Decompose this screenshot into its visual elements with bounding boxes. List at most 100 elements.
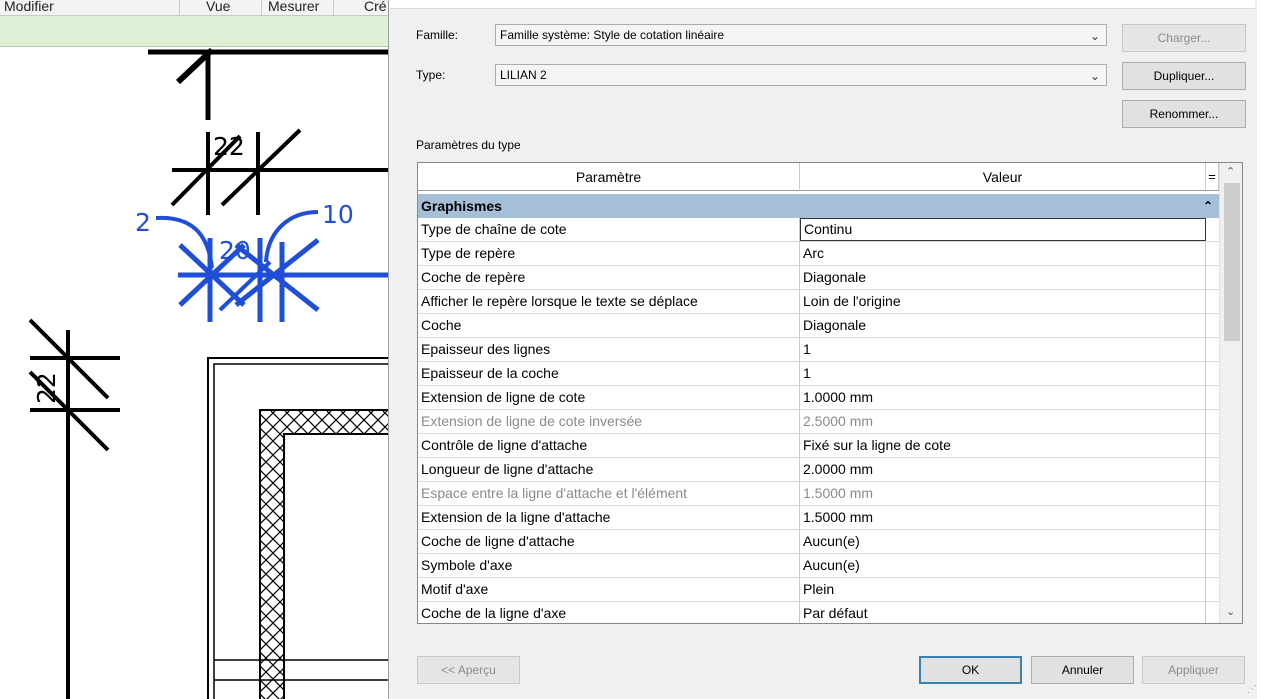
param-cell: Motif d'axe <box>418 578 800 601</box>
column-header-parametre[interactable]: Paramètre <box>418 163 800 191</box>
param-cell: Coche de la ligne d'axe <box>418 602 800 623</box>
ribbon-tab-modifier[interactable]: Modifier <box>0 0 180 15</box>
dimension-text: 22 <box>32 372 61 404</box>
renommer-button[interactable]: Renommer... <box>1122 100 1246 128</box>
annuler-button[interactable]: Annuler <box>1031 656 1134 684</box>
dialog-title-strip <box>389 0 1255 9</box>
type-select[interactable]: LILIAN 2 ⌄ <box>495 64 1107 86</box>
eq-cell <box>1206 314 1219 337</box>
value-cell[interactable]: 1 <box>800 362 1206 385</box>
dimension-text: 20 <box>219 236 251 265</box>
table-row[interactable]: Type de repère Arc <box>418 242 1219 266</box>
ok-button[interactable]: OK <box>919 656 1022 684</box>
param-cell: Coche <box>418 314 800 337</box>
eq-cell <box>1206 458 1219 481</box>
table-row[interactable]: Epaisseur des lignes 1 <box>418 338 1219 362</box>
value-cell[interactable]: Diagonale <box>800 314 1206 337</box>
scroll-up-icon[interactable]: ⌃ <box>1226 165 1235 178</box>
scrollbar-thumb[interactable] <box>1224 183 1240 341</box>
params-title: Paramètres du type <box>416 138 521 152</box>
table-row[interactable]: Contrôle de ligne d'attache Fixé sur la l… <box>418 434 1219 458</box>
param-cell: Symbole d'axe <box>418 554 800 577</box>
value-cell[interactable]: Arc <box>800 242 1206 265</box>
value-cell[interactable]: 1 <box>800 338 1206 361</box>
param-cell: Epaisseur de la coche <box>418 362 800 385</box>
param-cell: Coche de repère <box>418 266 800 289</box>
table-row[interactable]: Extension de ligne de cote 1.0000 mm <box>418 386 1219 410</box>
apercu-button[interactable]: << Aperçu <box>417 656 520 684</box>
table-row[interactable]: Coche de la ligne d'axe Par défaut <box>418 602 1219 623</box>
famille-value: Famille système: Style de cotation linéa… <box>500 28 725 42</box>
value-cell[interactable]: Loin de l'origine <box>800 290 1206 313</box>
table-row[interactable]: Symbole d'axe Aucun(e) <box>418 554 1219 578</box>
value-cell[interactable]: Plein <box>800 578 1206 601</box>
value-cell[interactable]: Fixé sur la ligne de cote <box>800 434 1206 457</box>
table-row[interactable]: Coche de repère Diagonale <box>418 266 1219 290</box>
group-label: Graphismes <box>421 198 502 214</box>
param-cell: Extension de la ligne d'attache <box>418 506 800 529</box>
column-header-valeur[interactable]: Valeur <box>800 163 1206 191</box>
grid-scrollbar[interactable]: ⌃ ⌄ <box>1219 163 1242 623</box>
eq-cell <box>1206 362 1219 385</box>
table-row: Espace entre la ligne d'attache et l'élé… <box>418 482 1219 506</box>
dupliquer-button[interactable]: Dupliquer... <box>1122 62 1246 90</box>
value-cell: 2.5000 mm <box>800 410 1206 433</box>
table-row[interactable]: Coche de ligne d'attache Aucun(e) <box>418 530 1219 554</box>
group-row-graphismes[interactable]: Graphismes ⌃ <box>418 194 1219 218</box>
scroll-down-icon[interactable]: ⌄ <box>1226 605 1235 618</box>
param-cell: Contrôle de ligne d'attache <box>418 434 800 457</box>
famille-select[interactable]: Famille système: Style de cotation linéa… <box>495 24 1107 46</box>
eq-cell <box>1206 554 1219 577</box>
eq-cell <box>1206 578 1219 601</box>
eq-cell <box>1206 434 1219 457</box>
dimension-text: 2 <box>135 208 151 237</box>
ribbon-bar: Modifier Vue Mesurer Cré <box>0 0 390 16</box>
column-header-eq[interactable]: = <box>1206 163 1219 191</box>
table-row[interactable]: Type de chaîne de cote Continu <box>418 218 1219 242</box>
eq-cell <box>1206 218 1219 241</box>
value-cell[interactable]: Continu <box>800 218 1206 241</box>
dialog-edge <box>1257 0 1262 699</box>
table-row[interactable]: Afficher le repère lorsque le texte se d… <box>418 290 1219 314</box>
table-row[interactable]: Extension de la ligne d'attache 1.5000 mm <box>418 506 1219 530</box>
param-cell: Coche de ligne d'attache <box>418 530 800 553</box>
charger-button[interactable]: Charger... <box>1122 24 1246 52</box>
value-cell[interactable]: 1.5000 mm <box>800 506 1206 529</box>
value-cell[interactable]: Par défaut <box>800 602 1206 623</box>
eq-cell <box>1206 386 1219 409</box>
value-cell[interactable]: Aucun(e) <box>800 530 1206 553</box>
param-cell: Epaisseur des lignes <box>418 338 800 361</box>
value-cell[interactable]: 1.0000 mm <box>800 386 1206 409</box>
eq-cell <box>1206 506 1219 529</box>
chevron-down-icon: ⌄ <box>1089 69 1100 83</box>
table-row[interactable]: Coche Diagonale <box>418 314 1219 338</box>
table-row: Extension de ligne de cote inversée 2.500… <box>418 410 1219 434</box>
ribbon-tab-creer[interactable]: Cré <box>334 0 390 15</box>
resize-grip-icon[interactable]: ⋰ <box>1247 684 1257 695</box>
dimension-text: 10 <box>322 200 354 229</box>
options-bar <box>0 16 390 47</box>
type-label: Type: <box>416 68 446 82</box>
table-row[interactable]: Motif d'axe Plein <box>418 578 1219 602</box>
dimension-text: 22 <box>213 132 245 161</box>
drawing-canvas[interactable]: 22 2 20 10 22 <box>0 47 388 699</box>
famille-label: Famille: <box>416 28 459 42</box>
param-cell: Type de chaîne de cote <box>418 218 800 241</box>
value-cell[interactable]: 2.0000 mm <box>800 458 1206 481</box>
value-cell[interactable]: Diagonale <box>800 266 1206 289</box>
eq-cell <box>1206 410 1219 433</box>
eq-cell <box>1206 290 1219 313</box>
eq-cell <box>1206 602 1219 623</box>
ribbon-tab-vue[interactable]: Vue <box>180 0 262 15</box>
type-value: LILIAN 2 <box>500 68 547 82</box>
appliquer-button[interactable]: Appliquer <box>1142 656 1245 684</box>
collapse-icon[interactable]: ⌃ <box>1203 194 1213 218</box>
table-row[interactable]: Longueur de ligne d'attache 2.0000 mm <box>418 458 1219 482</box>
eq-cell <box>1206 242 1219 265</box>
value-cell[interactable]: Aucun(e) <box>800 554 1206 577</box>
eq-cell <box>1206 482 1219 505</box>
table-row[interactable]: Epaisseur de la coche 1 <box>418 362 1219 386</box>
param-cell: Extension de ligne de cote inversée <box>418 410 800 433</box>
ribbon-tab-mesurer[interactable]: Mesurer <box>262 0 334 15</box>
type-parameters-grid[interactable]: Paramètre Valeur = Graphismes ⌃ Type de … <box>417 162 1243 624</box>
